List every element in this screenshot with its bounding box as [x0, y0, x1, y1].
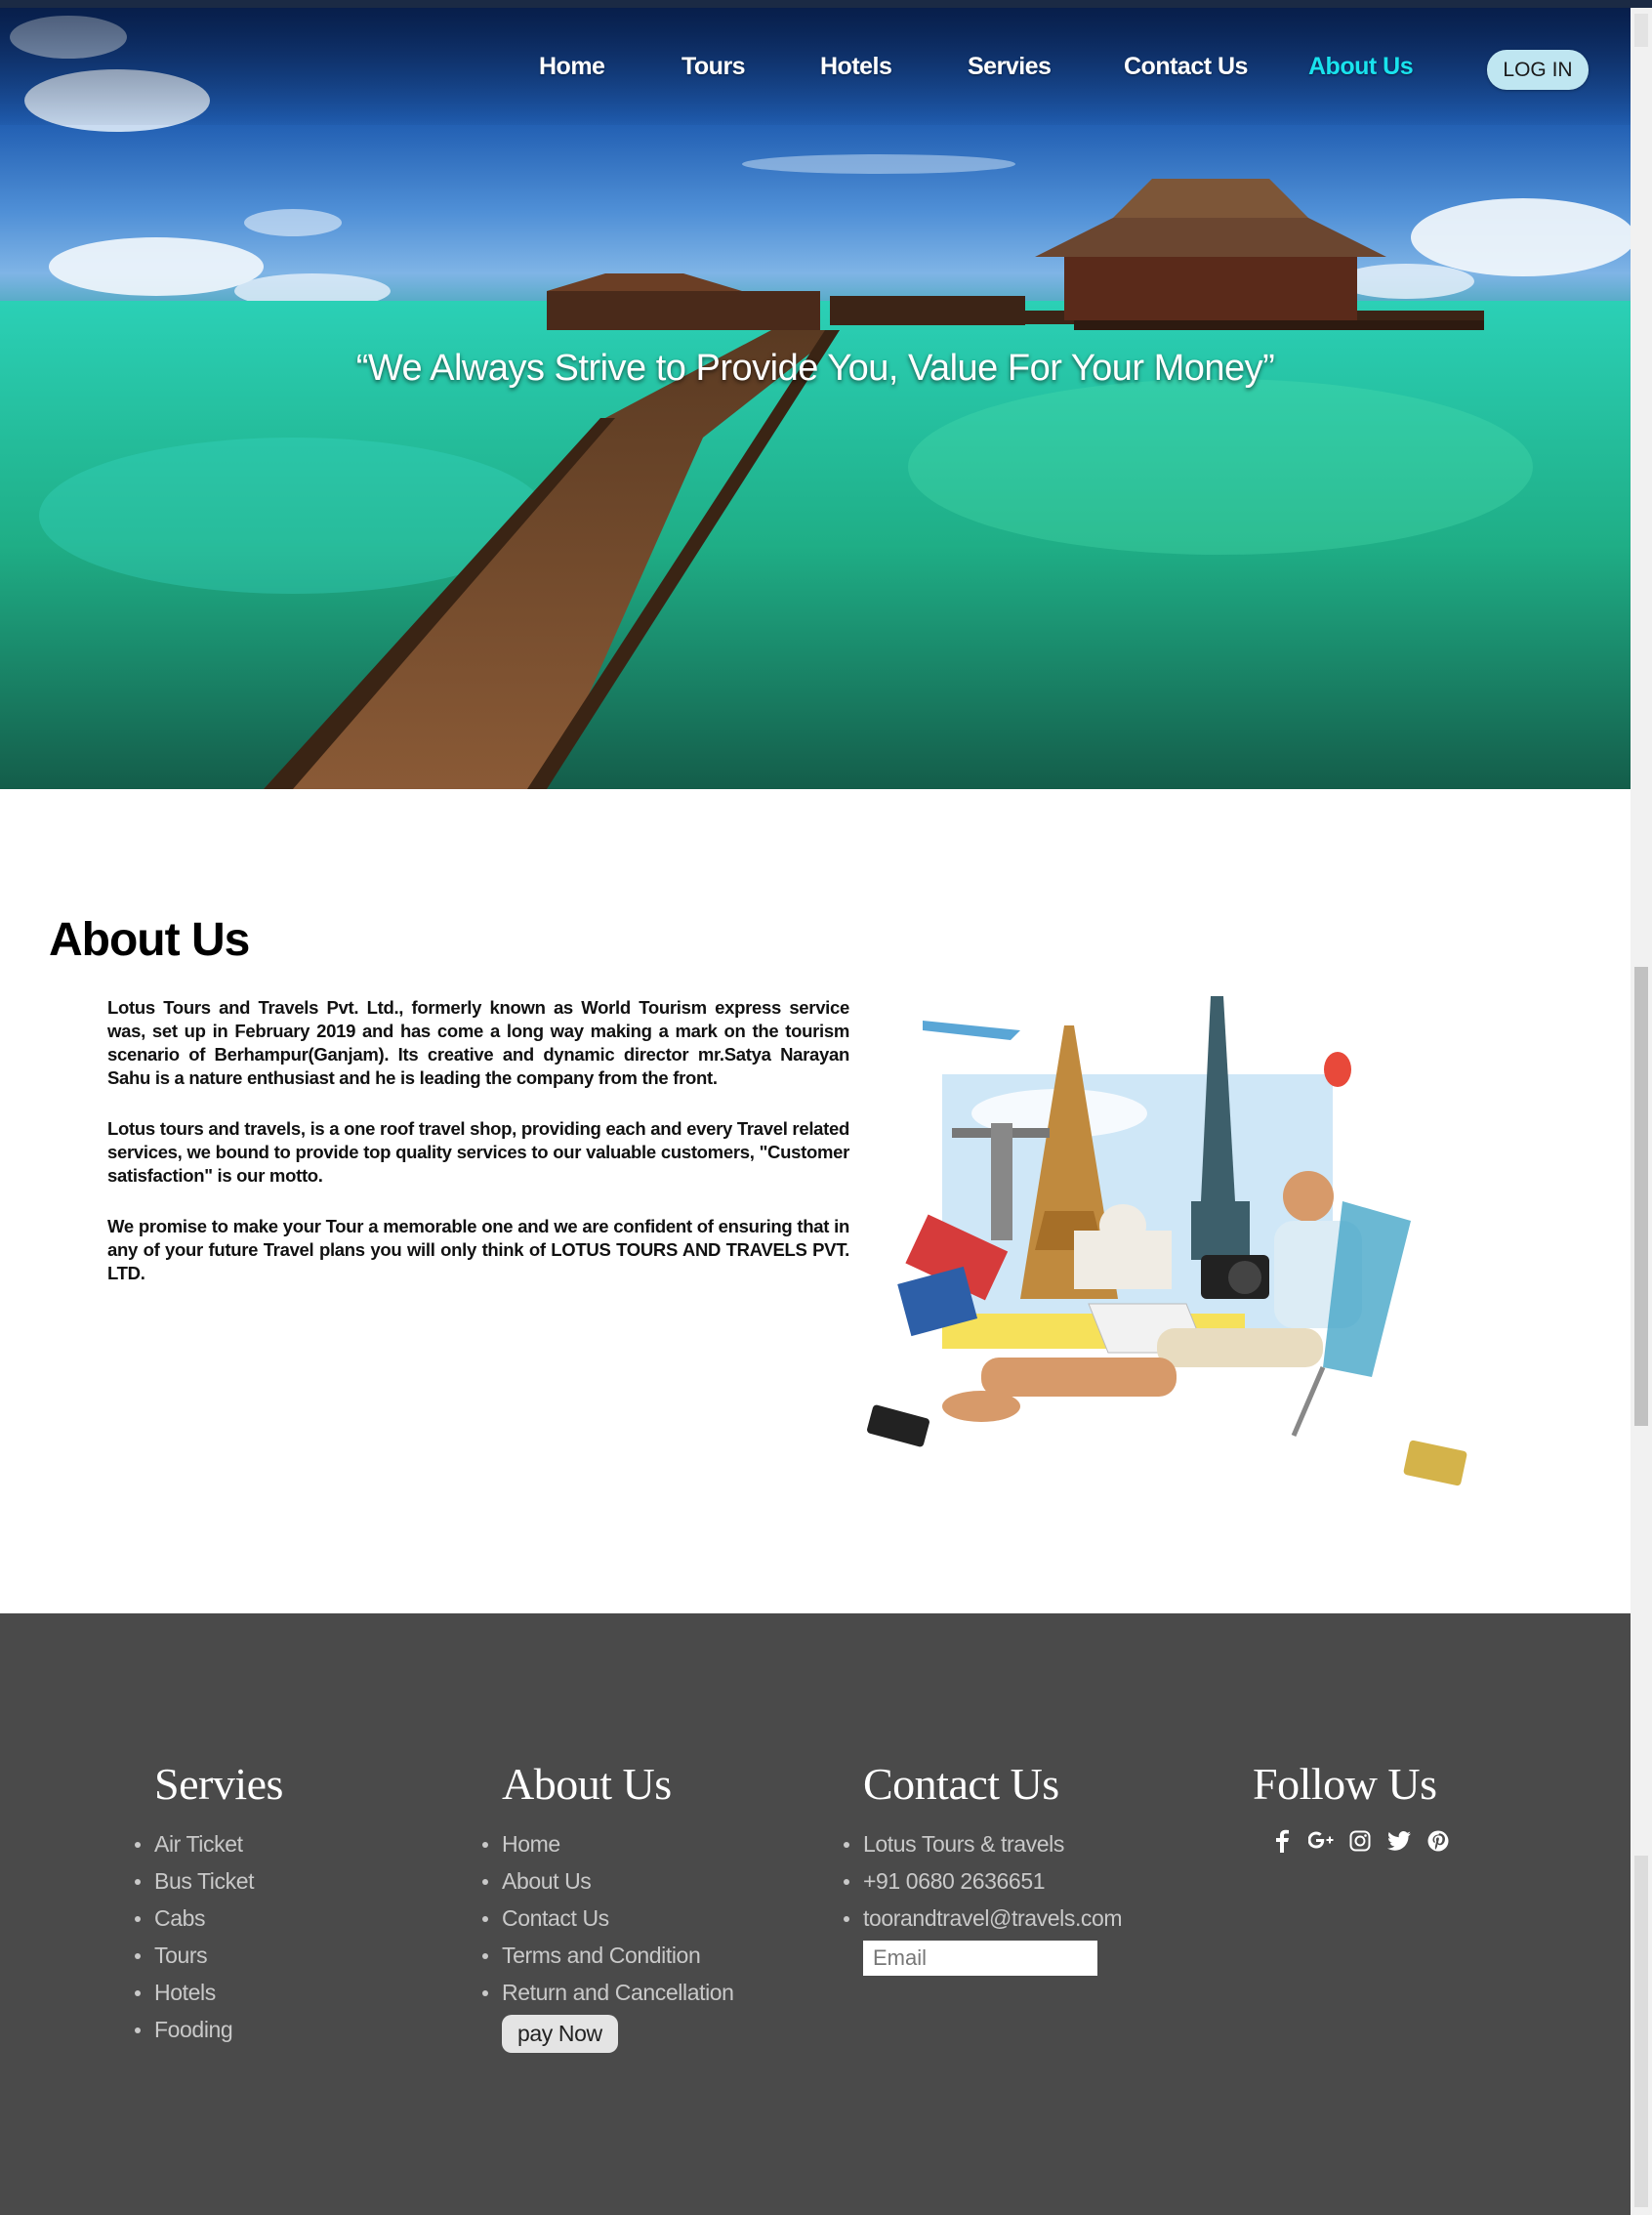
footer-link-tours[interactable]: Tours: [135, 1937, 283, 1974]
footer-link-about-us[interactable]: About Us: [482, 1862, 734, 1900]
top-navigation: Home Tours Hotels Servies Contact Us Abo…: [0, 8, 1631, 125]
footer-link-contact-us[interactable]: Contact Us: [482, 1900, 734, 1937]
contact-phone[interactable]: +91 0680 2636651: [843, 1862, 1122, 1900]
about-paragraph: Lotus Tours and Travels Pvt. Ltd., forme…: [107, 997, 849, 1088]
scrollbar-segment-bottom[interactable]: [1634, 1856, 1648, 2207]
nav-servies[interactable]: Servies: [968, 53, 1052, 81]
contact-company-name: Lotus Tours & travels: [843, 1825, 1122, 1862]
footer-contact-title: Contact Us: [863, 1759, 1059, 1809]
footer-about-title: About Us: [502, 1759, 672, 1809]
footer-link-hotels[interactable]: Hotels: [135, 1974, 283, 2011]
nav-tours[interactable]: Tours: [681, 53, 746, 81]
nav-about-us[interactable]: About Us: [1308, 53, 1414, 81]
scrollbar-segment-top[interactable]: [1634, 14, 1648, 47]
about-paragraph: Lotus tours and travels, is a one roof t…: [107, 1118, 849, 1186]
footer-link-air-ticket[interactable]: Air Ticket: [135, 1825, 283, 1862]
footer-services-column: Servies Air Ticket Bus Ticket Cabs Tours…: [135, 1758, 283, 2048]
window-top-border: [0, 0, 1652, 8]
email-input[interactable]: [863, 1941, 1097, 1976]
footer-link-bus-ticket[interactable]: Bus Ticket: [135, 1862, 283, 1900]
footer-contact-column: Contact Us Lotus Tours & travels +91 068…: [843, 1758, 1123, 1976]
footer-link-fooding[interactable]: Fooding: [135, 2011, 283, 2048]
scrollbar-thumb[interactable]: [1634, 967, 1648, 1426]
footer-link-home[interactable]: Home: [482, 1825, 734, 1862]
about-text: Lotus Tours and Travels Pvt. Ltd., forme…: [107, 996, 849, 1313]
footer-link-terms[interactable]: Terms and Condition: [482, 1937, 734, 1974]
social-icons: [1269, 1828, 1451, 1854]
contact-email-address[interactable]: toorandtravel@travels.com: [843, 1900, 1123, 1937]
footer-link-cabs[interactable]: Cabs: [135, 1900, 283, 1937]
nav-contact-us[interactable]: Contact Us: [1124, 53, 1248, 81]
footer-services-title: Servies: [154, 1759, 283, 1809]
footer-follow-title: Follow Us: [1253, 1759, 1437, 1809]
page-title: About Us: [49, 914, 250, 966]
instagram-icon[interactable]: [1347, 1828, 1373, 1854]
hero-image: [0, 16, 1631, 789]
travel-collage-image: [867, 996, 1467, 1486]
about-paragraph: We promise to make your Tour a memorable…: [107, 1216, 849, 1283]
footer: Servies Air Ticket Bus Ticket Cabs Tours…: [0, 1613, 1631, 2215]
hero-banner: Home Tours Hotels Servies Contact Us Abo…: [0, 8, 1631, 789]
google-plus-icon[interactable]: [1308, 1828, 1334, 1854]
pay-now-button[interactable]: pay Now: [502, 2015, 618, 2053]
twitter-icon[interactable]: [1386, 1828, 1412, 1854]
facebook-icon[interactable]: [1269, 1828, 1295, 1854]
nav-home[interactable]: Home: [539, 53, 605, 81]
nav-hotels[interactable]: Hotels: [820, 53, 892, 81]
login-button[interactable]: LOG IN: [1487, 50, 1589, 90]
footer-link-return-cancellation[interactable]: Return and Cancellation: [482, 1974, 734, 2011]
hero-tagline: “We Always Strive to Provide You, Value …: [355, 348, 1275, 389]
footer-follow-column: Follow Us: [1253, 1758, 1437, 1825]
footer-about-column: About Us Home About Us Contact Us Terms …: [482, 1758, 734, 2053]
pinterest-icon[interactable]: [1425, 1828, 1451, 1854]
